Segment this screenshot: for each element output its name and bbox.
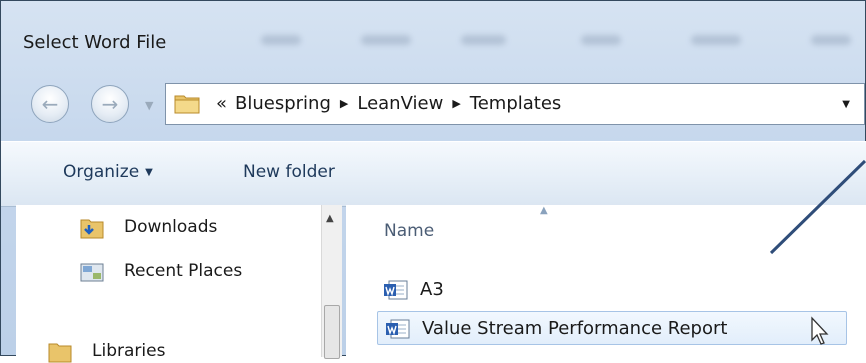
navigation-bar: ← → ▼ « Bluespring ▶ LeanView ▶ Templates ▼ (1, 79, 866, 133)
arrow-left-icon: ← (41, 92, 59, 116)
file-row-selected[interactable]: Value Stream Performance Report (377, 311, 847, 345)
mouse-pointer-icon (811, 316, 829, 345)
organize-button[interactable]: Organize ▼ (63, 162, 153, 182)
new-folder-label: New folder (243, 162, 335, 182)
word-document-icon (384, 280, 408, 300)
sidebar-scrollbar[interactable]: ▲ (321, 205, 342, 359)
scrollbar-thumb[interactable] (324, 305, 340, 359)
window-title: Select Word File (23, 32, 167, 53)
breadcrumb-item-templates[interactable]: Templates (470, 93, 562, 114)
breadcrumb-item-leanview[interactable]: LeanView (357, 93, 443, 114)
sidebar-item-label: Libraries (92, 341, 166, 361)
folder-icon (174, 95, 200, 114)
file-list-pane: ▲ Name A3 Value Stream Performance Repor… (346, 205, 866, 357)
breadcrumb-item-bluespring[interactable]: Bluespring (235, 93, 331, 114)
column-header-name[interactable]: Name (384, 221, 434, 241)
navigation-pane: Downloads Recent Places Libraries ▲ (16, 205, 342, 363)
arrow-right-icon: → (101, 92, 119, 116)
address-bar[interactable]: « Bluespring ▶ LeanView ▶ Templates ▼ (165, 83, 865, 125)
file-name: Value Stream Performance Report (422, 318, 728, 339)
back-button[interactable]: ← (31, 85, 69, 123)
organize-label: Organize (63, 162, 140, 182)
chevron-right-icon[interactable]: ▶ (452, 97, 460, 110)
file-row[interactable]: A3 (376, 273, 856, 307)
command-toolbar: Organize ▼ New folder (1, 141, 866, 207)
recent-pages-dropdown[interactable]: ▼ (145, 99, 153, 112)
breadcrumb: « Bluespring ▶ LeanView ▶ Templates (216, 93, 561, 114)
downloads-folder-icon (80, 219, 104, 239)
word-document-icon (386, 319, 410, 339)
sort-ascending-icon: ▲ (540, 205, 548, 216)
scroll-up-icon[interactable]: ▲ (326, 213, 334, 224)
address-dropdown-icon[interactable]: ▼ (842, 99, 850, 110)
chevron-down-icon: ▼ (145, 167, 153, 178)
sidebar-item-label: Downloads (124, 217, 218, 237)
sidebar-item-label: Recent Places (124, 261, 243, 281)
recent-places-icon (80, 263, 104, 282)
chevron-right-icon[interactable]: ▶ (340, 97, 348, 110)
breadcrumb-overflow[interactable]: « (216, 93, 227, 114)
new-folder-button[interactable]: New folder (243, 162, 335, 182)
forward-button[interactable]: → (91, 85, 129, 123)
title-bar: Select Word File (1, 1, 866, 79)
background-ribbon-blur (251, 29, 866, 53)
libraries-icon (48, 343, 72, 363)
dialog-window: Select Word File ← → ▼ « Bluespring ▶ LeanV… (0, 0, 866, 363)
file-name: A3 (420, 279, 444, 300)
